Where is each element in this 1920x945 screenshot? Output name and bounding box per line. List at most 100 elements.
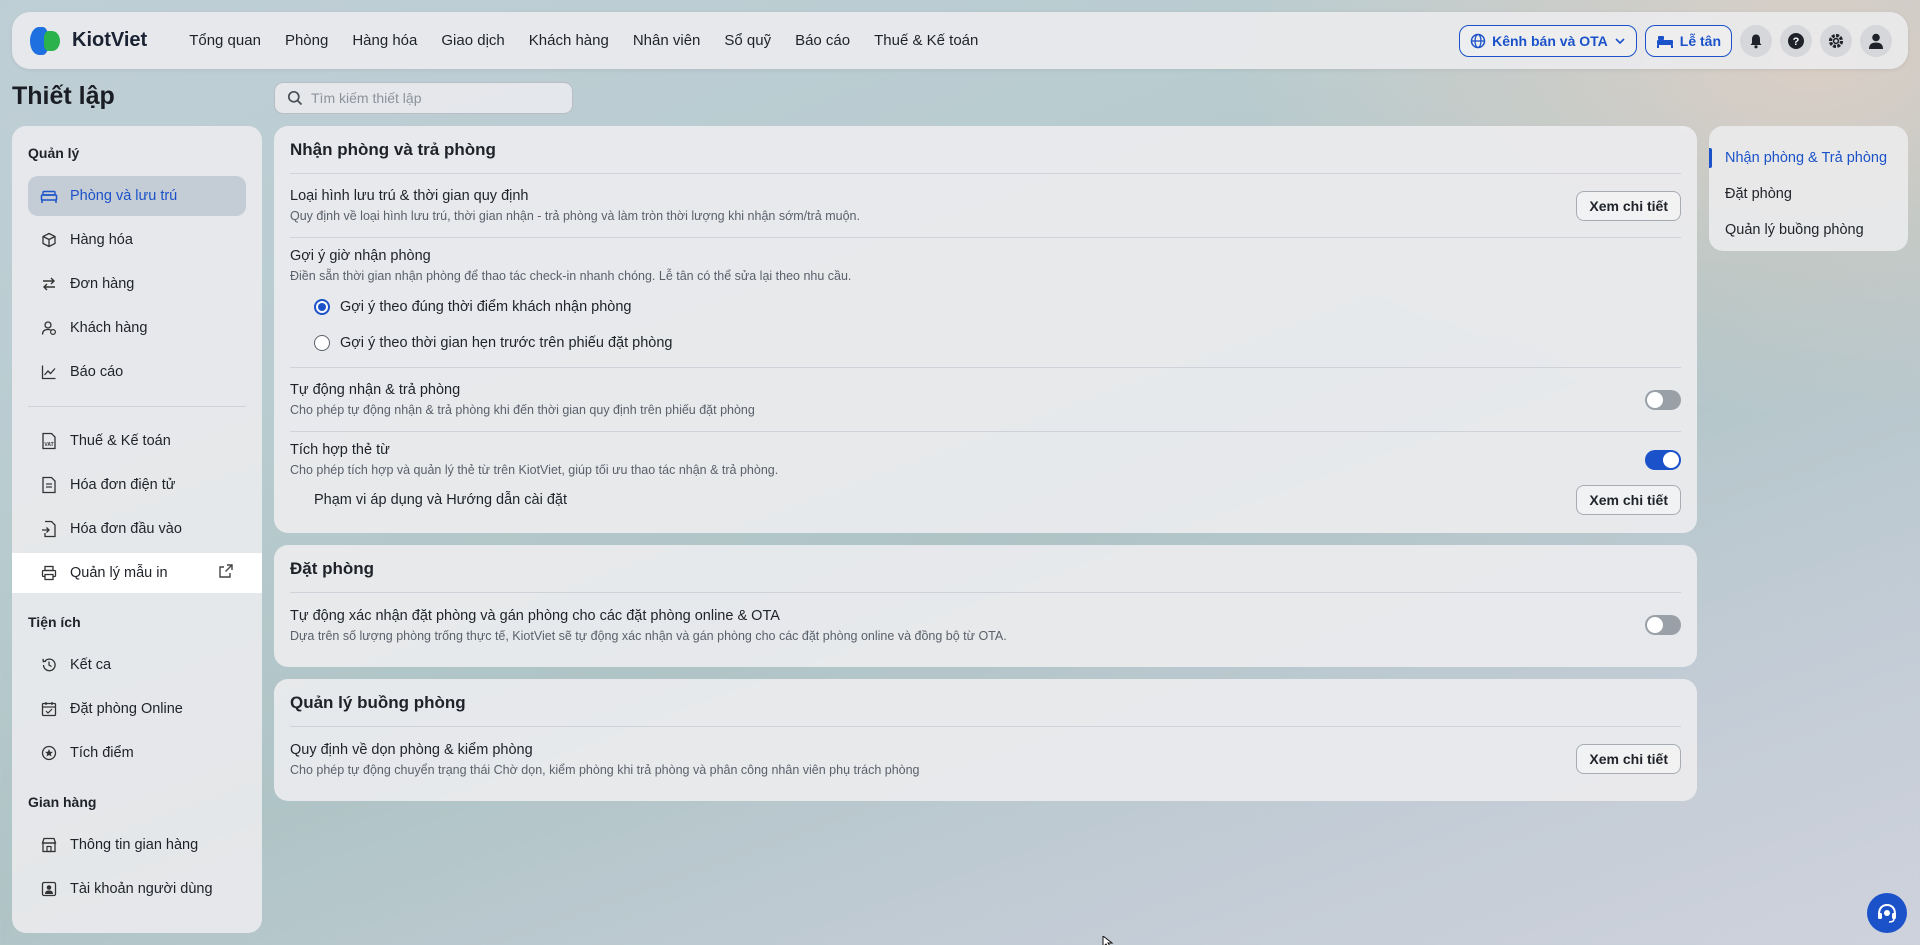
auto-confirm-desc: Dựa trên số lượng phòng trống thực tế, K… — [290, 628, 1007, 643]
suggest-option-label: Gợi ý theo thời gian hẹn trước trên phiế… — [340, 335, 673, 351]
checkin-card-title: Nhận phòng và trả phòng — [290, 140, 1681, 174]
settings-button[interactable] — [1820, 24, 1852, 57]
card-integration-toggle[interactable] — [1645, 449, 1681, 470]
suggest-title: Gợi ý giờ nhận phòng — [290, 248, 431, 264]
settings-content: Nhận phòng và trả phòng Loại hình lưu tr… — [274, 126, 1697, 813]
suggest-option-label: Gợi ý theo đúng thời điểm khách nhận phò… — [340, 299, 632, 315]
nav-staff[interactable]: Nhân viên — [621, 32, 713, 49]
mouse-cursor-icon — [1102, 934, 1116, 945]
sidebar-item-label: Tài khoản người dùng — [70, 881, 213, 897]
logo-mark-icon — [28, 25, 64, 57]
sidebar-item-e-invoice[interactable]: Hóa đơn điện tử — [28, 465, 246, 505]
checkin-checkout-card: Nhận phòng và trả phòng Loại hình lưu tr… — [274, 126, 1697, 533]
auto-confirm-row: Tự động xác nhận đặt phòng và gán phòng … — [290, 593, 1681, 657]
sidebar-item-label: Hàng hóa — [70, 232, 133, 248]
sidebar-item-label: Đơn hàng — [70, 276, 135, 292]
radio-selected[interactable] — [314, 299, 330, 315]
channel-ota-button[interactable]: Kênh bán và OTA — [1459, 24, 1637, 57]
auto-checkin-toggle[interactable] — [1645, 389, 1681, 410]
page-title: Thiết lập — [12, 82, 115, 110]
anchor-booking[interactable]: Đặt phòng — [1709, 176, 1908, 212]
cleaning-rules-detail-button[interactable]: Xem chi tiết — [1576, 744, 1681, 774]
star-icon — [40, 744, 58, 762]
sidebar-item-label: Đặt phòng Online — [70, 701, 183, 717]
gear-icon — [1828, 33, 1844, 48]
stay-type-desc: Quy định về loại hình lưu trú, thời gian… — [290, 209, 860, 223]
sidebar-item-label: Kết ca — [70, 657, 112, 673]
sidebar-item-label: Quản lý mẫu in — [70, 565, 168, 581]
card-integration-detail-button[interactable]: Xem chi tiết — [1576, 485, 1681, 515]
main-nav: Tổng quan Phòng Hàng hóa Giao dịch Khách… — [177, 32, 990, 49]
sidebar-item-rooms-stay[interactable]: Phòng và lưu trú — [28, 176, 246, 216]
nav-tax-accounting[interactable]: Thuế & Kế toán — [862, 32, 990, 49]
sidebar-item-input-invoice[interactable]: Hóa đơn đầu vào — [28, 509, 246, 549]
user-menu-button[interactable] — [1860, 24, 1892, 57]
card-integration-scope-label: Phạm vi áp dụng và Hướng dẫn cài đặt — [314, 492, 567, 508]
nav-rooms[interactable]: Phòng — [273, 32, 340, 49]
kiotviet-logo[interactable]: KiotViet — [28, 25, 147, 57]
auto-checkin-desc: Cho phép tự động nhận & trả phòng khi đế… — [290, 403, 755, 417]
search-input[interactable] — [311, 90, 551, 106]
anchor-housekeeping[interactable]: Quản lý buồng phòng — [1709, 212, 1908, 248]
nav-transactions[interactable]: Giao dịch — [429, 32, 516, 49]
history-icon — [40, 656, 58, 674]
logo-text: KiotViet — [72, 29, 148, 51]
auto-confirm-toggle[interactable] — [1645, 615, 1681, 635]
section-store: Gian hàng — [28, 794, 97, 810]
sidebar-item-label: Tích điểm — [70, 745, 134, 761]
sidebar-item-label: Hóa đơn điện tử — [70, 477, 176, 493]
nav-reports[interactable]: Báo cáo — [783, 32, 862, 49]
anchor-checkin-checkout[interactable]: Nhận phòng & Trả phòng — [1709, 140, 1908, 176]
sidebar-item-shift-close[interactable]: Kết ca — [28, 645, 246, 685]
nav-customers[interactable]: Khách hàng — [517, 32, 621, 49]
support-chat-button[interactable] — [1867, 893, 1907, 933]
sidebar-item-online-booking[interactable]: Đặt phòng Online — [28, 689, 246, 729]
sidebar-item-user-accounts[interactable]: Tài khoản người dùng — [28, 869, 246, 909]
nav-goods[interactable]: Hàng hóa — [340, 32, 429, 49]
chevron-down-icon — [1615, 37, 1625, 44]
help-button[interactable]: ? — [1780, 24, 1812, 57]
auto-checkin-title: Tự động nhận & trả phòng — [290, 382, 461, 398]
section-manage: Quản lý — [28, 145, 80, 161]
sidebar-item-loyalty-points[interactable]: Tích điểm — [28, 733, 246, 773]
swap-icon — [40, 275, 58, 293]
headset-icon — [1878, 903, 1896, 923]
suggest-option-booked-time[interactable]: Gợi ý theo thời gian hẹn trước trên phiế… — [290, 325, 1681, 361]
housekeeping-card-title: Quản lý buồng phòng — [290, 693, 1681, 727]
booking-card: Đặt phòng Tự động xác nhận đặt phòng và … — [274, 545, 1697, 667]
sidebar-item-orders[interactable]: Đơn hàng — [28, 264, 246, 304]
sidebar-item-tax-accounting[interactable]: VAT Thuế & Kế toán — [28, 421, 246, 461]
card-integration-scope-row: Phạm vi áp dụng và Hướng dẫn cài đặt Xem… — [290, 477, 1681, 523]
sidebar-item-store-info[interactable]: Thông tin gian hàng — [28, 825, 246, 865]
svg-text:VAT: VAT — [44, 442, 53, 448]
cleaning-rules-row: Quy định về dọn phòng & kiểm phòng Cho p… — [290, 727, 1681, 791]
reception-button[interactable]: Lễ tân — [1644, 24, 1732, 57]
sidebar-item-label: Phòng và lưu trú — [70, 188, 178, 204]
customer-icon — [40, 319, 58, 337]
nav-cashbook[interactable]: Sổ quỹ — [712, 32, 783, 49]
sidebar-item-reports[interactable]: Báo cáo — [28, 352, 246, 392]
sidebar-item-label: Báo cáo — [70, 364, 124, 380]
bell-icon — [1750, 34, 1762, 48]
settings-search[interactable] — [274, 82, 573, 114]
sidebar-item-customers[interactable]: Khách hàng — [28, 308, 246, 348]
stay-type-row: Loại hình lưu trú & thời gian quy định Q… — [290, 174, 1681, 238]
suggest-option-actual-time[interactable]: Gợi ý theo đúng thời điểm khách nhận phò… — [290, 289, 1681, 325]
cleaning-rules-desc: Cho phép tự động chuyển trạng thái Chờ d… — [290, 762, 920, 777]
nav-overview[interactable]: Tổng quan — [177, 32, 273, 49]
sidebar-item-label: Hóa đơn đầu vào — [70, 521, 182, 537]
auto-confirm-title: Tự động xác nhận đặt phòng và gán phòng … — [290, 607, 780, 624]
invoice-icon — [40, 476, 58, 494]
sidebar-item-label: Khách hàng — [70, 320, 148, 336]
booking-card-title: Đặt phòng — [290, 559, 1681, 593]
suggest-checkin-row: Gợi ý giờ nhận phòng Điền sẵn thời gian … — [290, 238, 1681, 368]
top-navigation-bar: KiotViet Tổng quan Phòng Hàng hóa Giao d… — [12, 12, 1908, 69]
sidebar-item-print-templates[interactable]: Quản lý mẫu in — [12, 553, 262, 593]
sidebar-item-label: Thông tin gian hàng — [70, 837, 199, 853]
external-link-icon[interactable] — [218, 563, 234, 583]
notifications-button[interactable] — [1740, 24, 1772, 57]
radio-unselected[interactable] — [314, 335, 330, 351]
section-utilities: Tiện ích — [28, 614, 81, 630]
stay-type-detail-button[interactable]: Xem chi tiết — [1576, 190, 1681, 221]
sidebar-item-goods[interactable]: Hàng hóa — [28, 220, 246, 260]
